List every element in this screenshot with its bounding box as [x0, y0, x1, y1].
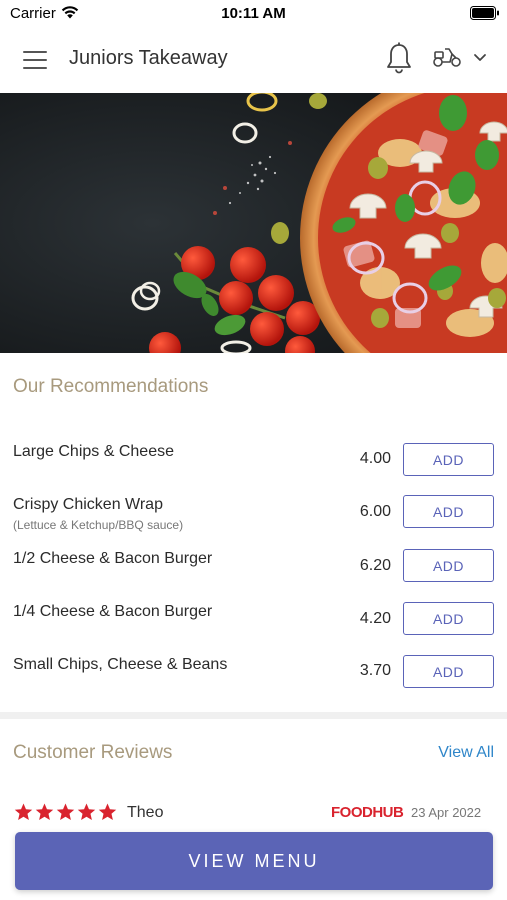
- menu-item-price: 3.70: [359, 662, 391, 679]
- menu-item-description: (Lettuce & Ketchup/BBQ sauce): [13, 518, 184, 532]
- review-item: Theo FOODHUB 23 Apr 2022: [0, 800, 507, 830]
- recommendations-title: Our Recommendations: [13, 376, 209, 397]
- add-button[interactable]: ADD: [403, 602, 494, 635]
- menu-item-name: 1/2 Cheese & Bacon Burger: [13, 550, 213, 567]
- menu-icon[interactable]: [23, 49, 49, 71]
- restaurant-title: Juniors Takeaway: [69, 47, 228, 69]
- menu-item-name: Crispy Chicken Wrap: [13, 496, 163, 513]
- menu-item-row: Large Chips & Cheese 4.00 ADD: [0, 443, 507, 493]
- reviewer-name: Theo: [127, 804, 164, 821]
- chevron-down-icon[interactable]: [473, 53, 487, 63]
- scooter-icon[interactable]: [432, 46, 462, 68]
- menu-item-name: Small Chips, Cheese & Beans: [13, 656, 228, 673]
- star-icon: [14, 803, 33, 820]
- menu-item-row: Small Chips, Cheese & Beans 3.70 ADD: [0, 655, 507, 706]
- menu-item-name: 1/4 Cheese & Bacon Burger: [13, 603, 213, 620]
- star-icon: [98, 803, 117, 820]
- menu-item-price: 6.00: [359, 503, 391, 520]
- menu-item-price: 4.20: [359, 610, 391, 627]
- add-button[interactable]: ADD: [403, 495, 494, 528]
- menu-item-row: 1/2 Cheese & Bacon Burger 6.20 ADD: [0, 549, 507, 600]
- add-button[interactable]: ADD: [403, 655, 494, 688]
- review-source-logo: FOODHUB: [331, 804, 404, 821]
- review-date: 23 Apr 2022: [411, 805, 482, 820]
- add-button[interactable]: ADD: [403, 549, 494, 582]
- add-button[interactable]: ADD: [403, 443, 494, 476]
- section-divider: [0, 712, 507, 719]
- rating-stars: [14, 803, 117, 821]
- star-icon: [56, 803, 75, 820]
- star-icon: [77, 803, 96, 820]
- menu-item-row: Crispy Chicken Wrap (Lettuce & Ketchup/B…: [0, 495, 507, 546]
- hero-banner-image: [0, 93, 507, 353]
- reviews-title: Customer Reviews: [13, 742, 173, 763]
- star-icon: [35, 803, 54, 820]
- status-bar: Carrier 10:11 AM: [0, 0, 507, 27]
- menu-item-price: 6.20: [359, 557, 391, 574]
- view-menu-button[interactable]: VIEW MENU: [15, 832, 493, 890]
- battery-icon: [470, 6, 499, 20]
- bell-icon[interactable]: [385, 41, 413, 75]
- app-header: Juniors Takeaway: [0, 27, 507, 93]
- menu-item-row: 1/4 Cheese & Bacon Burger 4.20 ADD: [0, 602, 507, 653]
- status-time: 10:11 AM: [221, 5, 286, 22]
- view-all-link[interactable]: View All: [438, 744, 494, 762]
- menu-item-price: 4.00: [359, 450, 391, 467]
- menu-item-name: Large Chips & Cheese: [13, 443, 174, 460]
